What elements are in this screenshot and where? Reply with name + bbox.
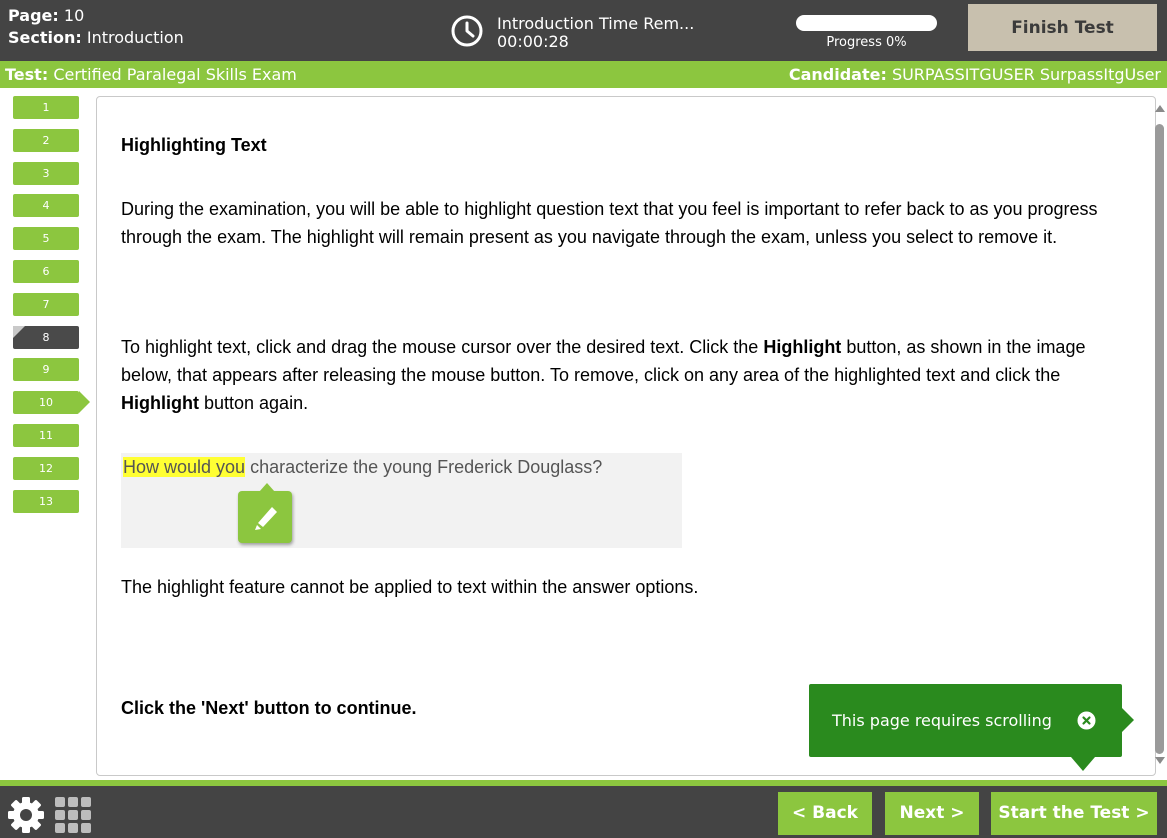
question-nav-item-4[interactable]: 4 xyxy=(13,194,79,218)
section-value: Introduction xyxy=(86,28,184,47)
question-nav-item-11[interactable]: 11 xyxy=(13,423,79,447)
close-icon[interactable] xyxy=(1077,711,1096,730)
test-info-bar: Test: Certified Paralegal Skills Exam Ca… xyxy=(0,61,1167,88)
highlighter-icon xyxy=(255,507,277,530)
instructions-text-1: To highlight text, click and drag the mo… xyxy=(121,337,764,357)
top-header: Page: 10 Section: Introduction Introduct… xyxy=(0,0,1167,61)
scrolling-notice-text: This page requires scrolling xyxy=(832,711,1052,730)
back-button[interactable]: < Back xyxy=(778,792,872,835)
next-button[interactable]: Next > xyxy=(885,792,979,835)
progress-bar xyxy=(796,15,937,31)
question-nav-item-9[interactable]: 9 xyxy=(13,358,79,382)
start-test-button[interactable]: Start the Test > xyxy=(991,792,1157,835)
clock-icon xyxy=(451,15,483,47)
instructions-text-3: button again. xyxy=(198,393,309,413)
question-nav-item-1[interactable]: 1 xyxy=(13,96,79,119)
demo-question-text: How would you characterize the young Fre… xyxy=(123,455,602,479)
scroll-up-arrow-icon[interactable] xyxy=(1154,102,1166,114)
section-name: Section: Introduction xyxy=(8,27,184,49)
grid-icon[interactable] xyxy=(54,796,92,834)
candidate-label: Candidate: xyxy=(788,65,887,84)
question-navigator: 1 2 3 4 5 6 7 8 9 10 11 12 13 xyxy=(13,96,93,522)
page-number: Page: 10 xyxy=(8,5,184,27)
page-label: Page: xyxy=(8,6,59,25)
question-nav-item-2[interactable]: 2 xyxy=(13,128,79,152)
question-nav-item-7[interactable]: 7 xyxy=(13,292,79,316)
question-nav-item-13[interactable]: 13 xyxy=(13,489,79,513)
question-nav-item-10[interactable]: 10 xyxy=(13,391,90,415)
instructions-highlight-2: Highlight xyxy=(121,393,199,413)
candidate-name: Candidate: SURPASSITGUSER SurpassItgUser xyxy=(789,61,1161,88)
page-info: Page: 10 Section: Introduction xyxy=(8,5,184,49)
timer-text: Introduction Time Rem... 00:00:28 xyxy=(497,15,694,51)
question-nav-item-5[interactable]: 5 xyxy=(13,227,79,251)
test-label: Test: xyxy=(5,65,49,84)
scroll-down-arrow-icon[interactable] xyxy=(1154,755,1166,767)
timer-title: Introduction Time Rem... xyxy=(497,14,695,33)
question-nav-item-3[interactable]: 3 xyxy=(13,161,79,185)
scrollbar-thumb[interactable] xyxy=(1155,124,1164,754)
paragraph-intro: During the examination, you will be able… xyxy=(121,199,1098,247)
instructions-highlight-1: Highlight xyxy=(763,337,842,357)
scrolling-notice: This page requires scrolling xyxy=(809,684,1134,771)
content-panel: Highlighting Text During the examination… xyxy=(96,96,1156,776)
highlight-demo-image: How would you characterize the young Fre… xyxy=(121,453,682,548)
demo-highlighted-text: How would you xyxy=(123,457,246,477)
paragraph-restriction: The highlight feature cannot be applied … xyxy=(121,577,699,597)
test-name: Test: Certified Paralegal Skills Exam xyxy=(5,61,297,88)
bottom-toolbar: < Back Next > Start the Test > xyxy=(0,786,1167,838)
question-nav-item-8[interactable]: 8 xyxy=(13,325,79,349)
paragraph-instructions: To highlight text, click and drag the mo… xyxy=(121,333,1101,417)
timer-value: 00:00:28 xyxy=(497,32,569,51)
demo-plain-text: characterize the young Frederick Douglas… xyxy=(245,457,603,477)
section-label: Section: xyxy=(8,28,82,47)
question-nav-item-12[interactable]: 12 xyxy=(13,456,79,480)
candidate-value: SURPASSITGUSER SurpassItgUser xyxy=(891,65,1161,84)
demo-highlight-button xyxy=(238,483,292,543)
continue-instruction: Click the 'Next' button to continue. xyxy=(121,698,417,718)
page-value: 10 xyxy=(63,6,85,25)
finish-test-button[interactable]: Finish Test xyxy=(968,4,1157,51)
test-value: Certified Paralegal Skills Exam xyxy=(53,65,297,84)
progress-indicator: Progress 0% xyxy=(796,15,937,50)
question-nav-item-6[interactable]: 6 xyxy=(13,259,79,283)
progress-label: Progress 0% xyxy=(826,35,907,50)
page-title: Highlighting Text xyxy=(121,135,267,155)
gear-icon[interactable] xyxy=(6,795,46,835)
